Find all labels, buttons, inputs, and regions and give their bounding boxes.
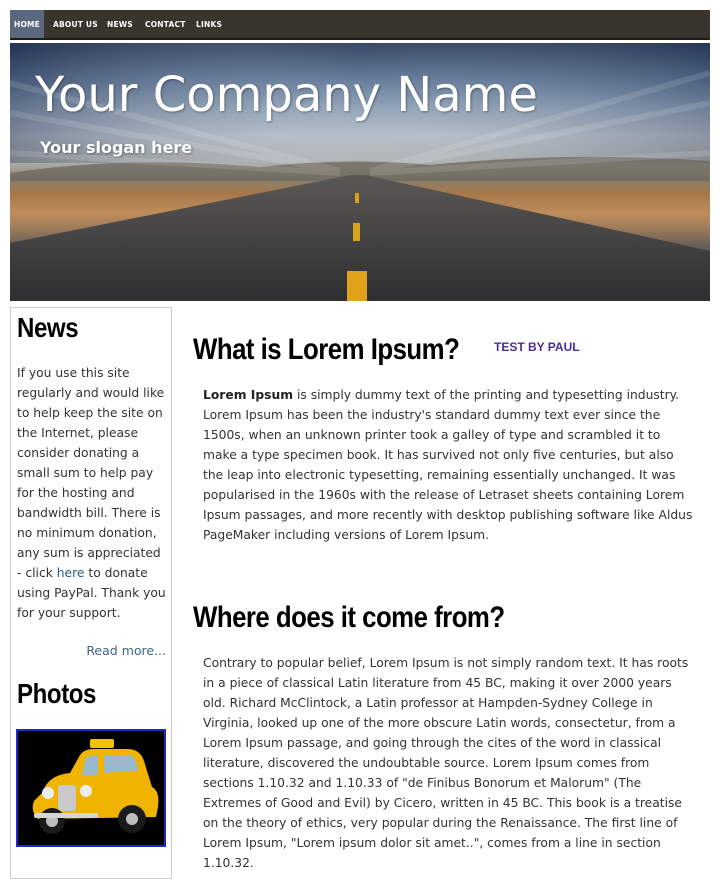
- news-text: If you use this site regularly and would…: [17, 363, 167, 623]
- section-heading-origin: Where does it come from?: [193, 601, 505, 634]
- read-more-link[interactable]: Read more...: [86, 643, 166, 658]
- header-banner: Your Company Name Your slogan here: [10, 43, 710, 301]
- sidebar: News If you use this site regularly and …: [10, 307, 172, 879]
- news-text-intro: If you use this site regularly and would…: [17, 366, 165, 580]
- section-text-origin: Contrary to popular belief, Lorem Ipsum …: [203, 656, 689, 870]
- site-slogan: Your slogan here: [40, 138, 193, 157]
- photos-heading: Photos: [17, 678, 97, 709]
- nav-home[interactable]: HOME: [10, 10, 44, 38]
- news-heading: News: [17, 312, 79, 343]
- paragraph-text: is simply dummy text of the printing and…: [203, 388, 693, 542]
- section-heading-what: What is Lorem Ipsum?: [193, 333, 460, 366]
- top-nav-bar: HOME ABOUT US NEWS CONTACT LINKS: [10, 10, 710, 40]
- nav-links[interactable]: LINKS: [196, 10, 222, 38]
- nav-news[interactable]: NEWS: [107, 10, 133, 38]
- taxi-photo[interactable]: [16, 729, 166, 847]
- nav-about-us[interactable]: ABOUT US: [53, 10, 98, 38]
- site-title: Your Company Name: [35, 67, 538, 123]
- taxi-car-icon: [18, 731, 164, 845]
- donate-link[interactable]: here: [57, 566, 85, 580]
- bold-lead: Lorem Ipsum: [203, 388, 294, 402]
- nav-contact[interactable]: CONTACT: [145, 10, 186, 38]
- test-tag: TEST BY PAUL: [494, 340, 580, 354]
- section-text-what: Lorem Ipsum is simply dummy text of the …: [203, 385, 695, 545]
